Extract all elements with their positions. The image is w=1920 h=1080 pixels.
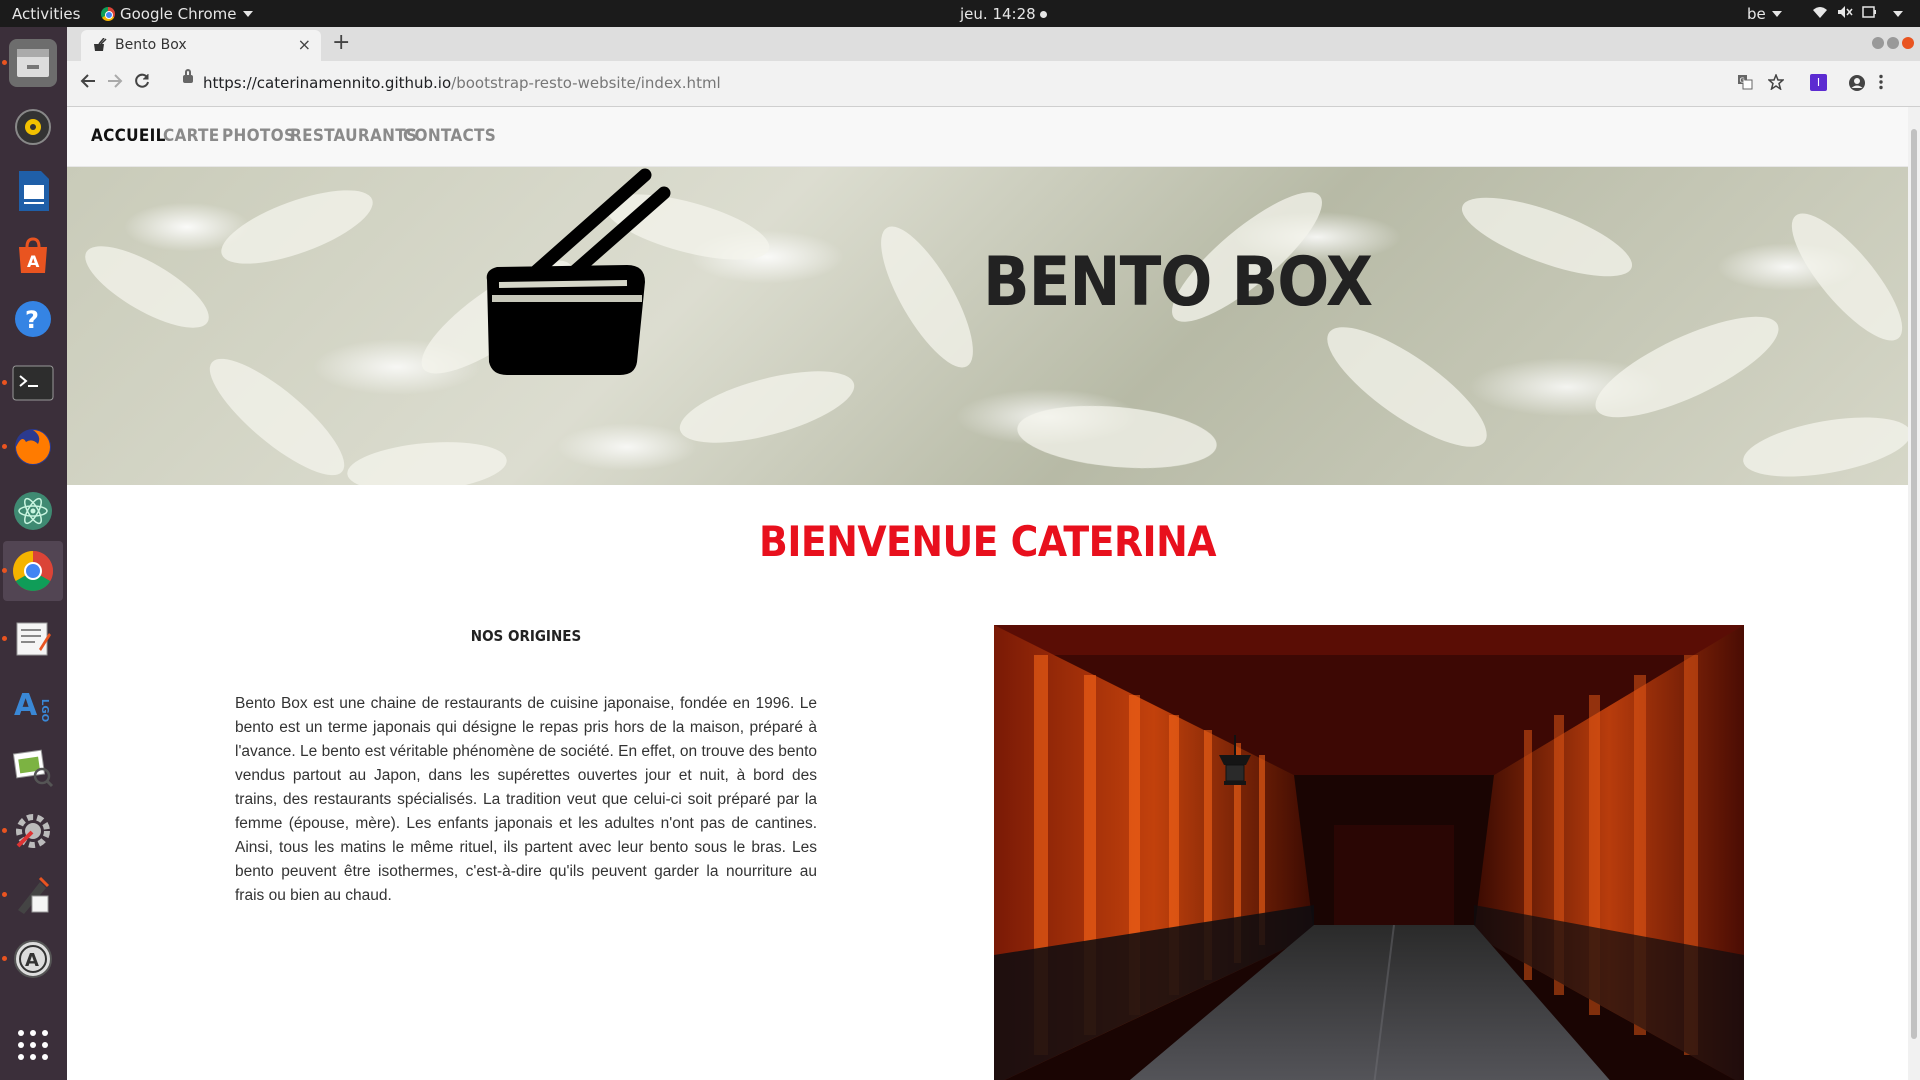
rhythmbox-icon[interactable] xyxy=(9,103,57,151)
page-scrollbar[interactable] xyxy=(1908,107,1920,1080)
software-center-icon[interactable]: A xyxy=(9,231,57,279)
svg-text:A: A xyxy=(14,688,38,723)
system-top-bar: Activities Google Chrome jeu. 14:28 be xyxy=(0,0,1920,27)
reload-button[interactable] xyxy=(134,72,150,92)
url-path: /bootstrap-resto-website/index.html xyxy=(451,74,721,92)
running-indicator xyxy=(2,956,7,961)
help-icon[interactable]: ? xyxy=(9,295,57,343)
scrollbar-thumb[interactable] xyxy=(1911,129,1917,1039)
nav-accueil[interactable]: Accueil xyxy=(91,126,166,146)
site-navbar: Accueil Carte Photos Restaurants Contact… xyxy=(67,107,1908,167)
origins-paragraph: Bento Box est une chaine de restaurants … xyxy=(235,695,817,904)
translate-icon[interactable]: G xyxy=(1737,74,1753,94)
back-button[interactable] xyxy=(80,72,96,92)
battery-icon xyxy=(1862,5,1878,23)
bookmark-star-icon[interactable] xyxy=(1767,72,1785,94)
terminal-icon[interactable] xyxy=(9,359,57,407)
chrome-icon[interactable] xyxy=(9,547,57,595)
torii-gates-photo xyxy=(994,625,1744,1080)
browser-window: Bento Box × + https://caterinamennito.gi… xyxy=(67,27,1920,1080)
new-tab-button[interactable]: + xyxy=(332,30,350,55)
image-viewer-icon[interactable] xyxy=(9,743,57,791)
activities-button[interactable]: Activities xyxy=(12,5,80,23)
clock[interactable]: jeu. 14:28 xyxy=(960,5,1047,23)
extension-icon[interactable]: I xyxy=(1810,74,1827,91)
writer-icon[interactable] xyxy=(9,167,57,215)
chevron-down-icon xyxy=(1771,11,1782,17)
url-text: https://caterinamennito.github.io/bootst… xyxy=(203,74,721,92)
keyboard-layout-menu[interactable]: be xyxy=(1747,5,1782,23)
app-grid-icon[interactable] xyxy=(9,1021,57,1069)
browser-tab[interactable]: Bento Box × xyxy=(81,30,321,61)
nav-photos[interactable]: Photos xyxy=(222,126,295,146)
tab-strip: Bento Box × + xyxy=(67,27,1920,61)
bento-favicon-icon xyxy=(93,37,107,56)
profile-icon[interactable] xyxy=(1848,74,1866,96)
running-indicator xyxy=(2,444,7,449)
running-indicator xyxy=(2,380,7,385)
volume-icon xyxy=(1837,5,1853,23)
inkscape-icon[interactable] xyxy=(9,871,57,919)
hero-banner: Bento Box xyxy=(67,167,1908,485)
app-menu-label: Google Chrome xyxy=(120,5,237,23)
hero-title: Bento Box xyxy=(983,243,1373,322)
svg-text:G: G xyxy=(1740,77,1745,85)
nav-carte[interactable]: Carte xyxy=(163,126,219,146)
nav-restaurants[interactable]: Restaurants xyxy=(290,126,417,146)
svg-text:A: A xyxy=(27,252,40,271)
svg-text:A: A xyxy=(25,950,39,971)
running-indicator xyxy=(2,568,7,573)
rice-background-image xyxy=(85,168,1908,485)
forward-button[interactable] xyxy=(107,72,123,92)
chevron-down-icon xyxy=(242,11,253,17)
keyboard-layout-label: be xyxy=(1747,5,1766,23)
chrome-icon xyxy=(101,7,115,21)
nav-contacts[interactable]: Contacts xyxy=(403,126,496,146)
maximize-window-button[interactable] xyxy=(1887,37,1899,49)
firefox-icon[interactable] xyxy=(9,423,57,471)
clock-label: jeu. 14:28 xyxy=(960,5,1036,23)
app-menu[interactable]: Google Chrome xyxy=(101,5,253,23)
close-window-button[interactable] xyxy=(1902,37,1914,49)
running-indicator xyxy=(2,828,7,833)
browser-toolbar: https://caterinamennito.github.io/bootst… xyxy=(67,61,1920,107)
files-icon[interactable] xyxy=(9,39,57,87)
url-host: https://caterinamennito.github.io xyxy=(203,74,452,92)
close-tab-icon[interactable]: × xyxy=(298,35,311,54)
atom-icon[interactable] xyxy=(9,487,57,535)
tab-title: Bento Box xyxy=(115,37,187,53)
system-menu[interactable] xyxy=(1812,5,1912,23)
wifi-icon xyxy=(1812,5,1828,23)
dock: A ? A LGO A xyxy=(0,27,67,1080)
chrome-menu-icon[interactable] xyxy=(1878,74,1884,94)
notification-dot-icon xyxy=(1039,11,1047,18)
svg-text:?: ? xyxy=(25,306,39,334)
software-updater-icon[interactable]: A xyxy=(9,935,57,983)
welcome-heading: Bienvenue Caterina xyxy=(759,517,1216,566)
text-editor-icon[interactable] xyxy=(9,615,57,663)
origins-heading: Nos origines xyxy=(470,627,582,645)
running-indicator xyxy=(2,892,7,897)
page-viewport: Accueil Carte Photos Restaurants Contact… xyxy=(67,107,1908,1080)
address-bar[interactable]: https://caterinamennito.github.io/bootst… xyxy=(177,67,1712,101)
lock-icon xyxy=(183,69,193,83)
svg-text:LGO: LGO xyxy=(39,699,50,722)
minimize-window-button[interactable] xyxy=(1872,37,1884,49)
running-indicator xyxy=(2,60,7,65)
settings-tool-icon[interactable] xyxy=(9,807,57,855)
chevron-down-icon xyxy=(1893,11,1903,17)
running-indicator xyxy=(2,636,7,641)
algo-icon[interactable]: A LGO xyxy=(9,679,57,727)
